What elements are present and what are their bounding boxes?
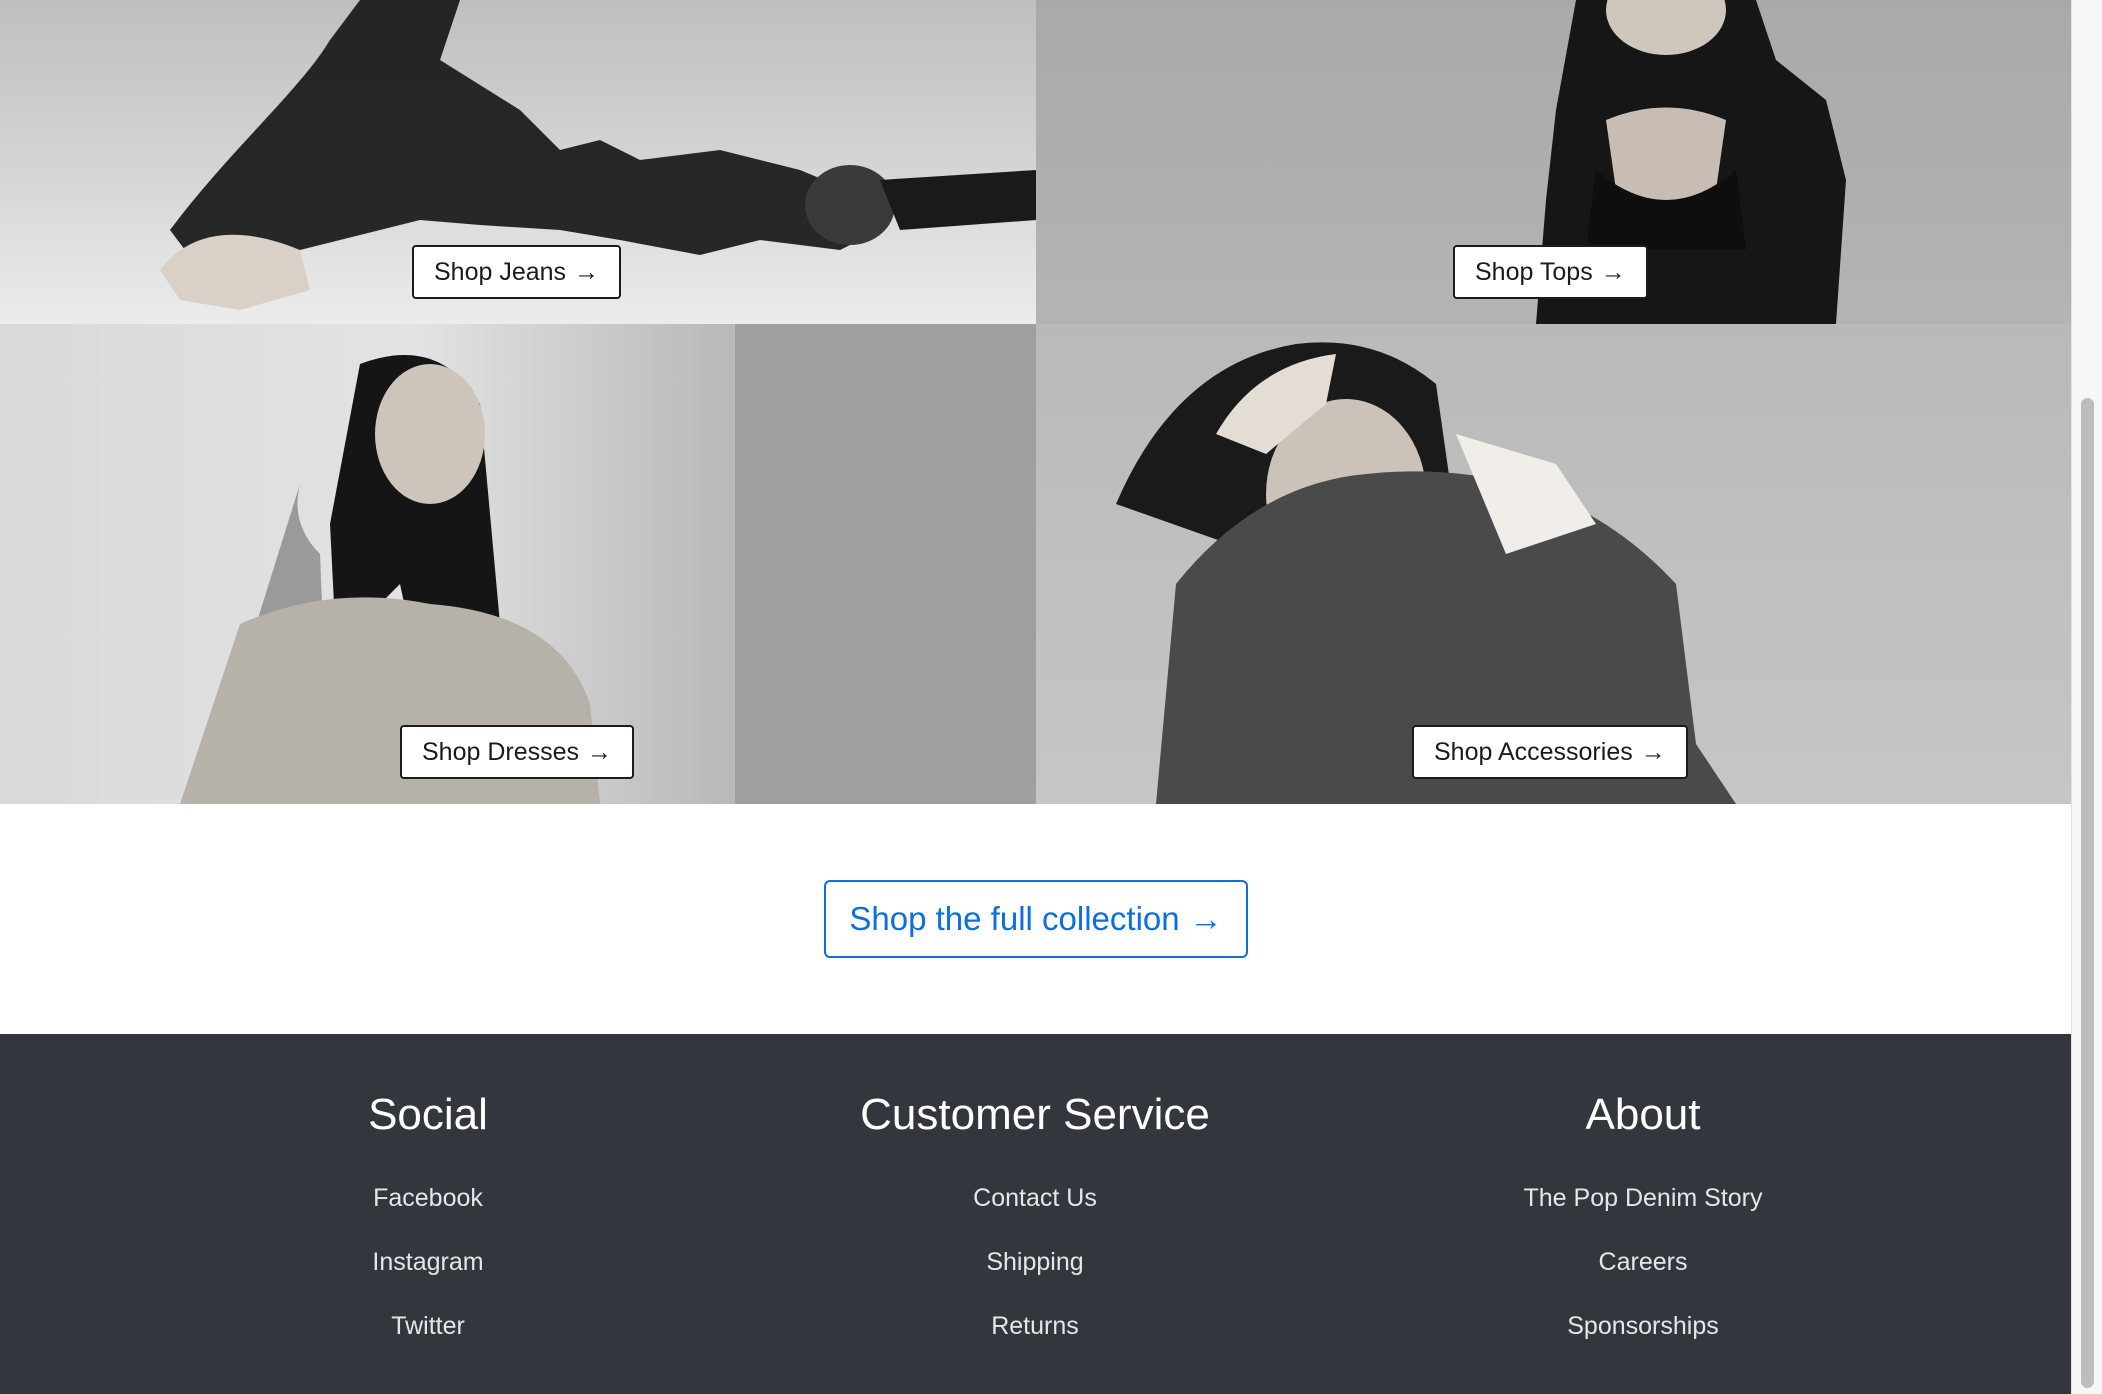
site-footer: Social Facebook Instagram Twitter Custom… <box>0 1034 2071 1394</box>
shop-tops-label: Shop Tops <box>1475 258 1593 286</box>
page: Shop Jeans → Shop Tops → Shop Dresses → … <box>0 0 2102 1394</box>
footer-link-pop-denim-story[interactable]: The Pop Denim Story <box>1383 1166 1903 1230</box>
arrow-right-icon: → <box>1189 900 1223 937</box>
footer-link-facebook[interactable]: Facebook <box>168 1166 688 1230</box>
arrow-right-icon: → <box>574 258 600 286</box>
footer-link-shipping[interactable]: Shipping <box>775 1230 1295 1294</box>
category-grid: Shop Jeans → Shop Tops → Shop Dresses → … <box>0 0 2071 804</box>
shop-jeans-label: Shop Jeans <box>434 258 567 286</box>
shop-full-collection-label: Shop the full collection <box>849 900 1180 937</box>
page-scrollbar[interactable] <box>2071 0 2102 1394</box>
footer-link-contact-us[interactable]: Contact Us <box>775 1166 1295 1230</box>
arrow-right-icon: → <box>1640 738 1666 766</box>
footer-link-returns[interactable]: Returns <box>775 1294 1295 1358</box>
footer-column-about: About The Pop Denim Story Careers Sponso… <box>1383 1090 1903 1358</box>
category-tile-tops[interactable]: Shop Tops → <box>1036 0 2071 324</box>
footer-heading-social: Social <box>368 1090 488 1139</box>
shop-accessories-label: Shop Accessories <box>1434 738 1633 766</box>
footer-link-instagram[interactable]: Instagram <box>168 1230 688 1294</box>
shop-full-collection-button[interactable]: Shop the full collection → <box>824 880 1248 958</box>
shop-tops-button[interactable]: Shop Tops → <box>1453 245 1648 299</box>
main-content: Shop Jeans → Shop Tops → Shop Dresses → … <box>0 0 2071 1394</box>
footer-heading-customer-service: Customer Service <box>860 1090 1210 1139</box>
footer-column-social: Social Facebook Instagram Twitter <box>168 1090 688 1358</box>
footer-link-careers[interactable]: Careers <box>1383 1230 1903 1294</box>
category-tile-accessories[interactable]: Shop Accessories → <box>1036 324 2071 804</box>
footer-link-twitter[interactable]: Twitter <box>168 1294 688 1358</box>
shop-accessories-button[interactable]: Shop Accessories → <box>1412 725 1688 779</box>
footer-heading-about: About <box>1585 1090 1701 1139</box>
shop-dresses-label: Shop Dresses <box>422 738 580 766</box>
category-tile-dresses[interactable]: Shop Dresses → <box>0 324 1036 804</box>
category-tile-jeans[interactable]: Shop Jeans → <box>0 0 1036 324</box>
footer-column-customer-service: Customer Service Contact Us Shipping Ret… <box>775 1090 1295 1358</box>
scrollbar-thumb[interactable] <box>2081 398 2094 1388</box>
shop-jeans-button[interactable]: Shop Jeans → <box>412 245 622 299</box>
arrow-right-icon: → <box>1600 258 1626 286</box>
shop-dresses-button[interactable]: Shop Dresses → <box>400 725 635 779</box>
arrow-right-icon: → <box>587 738 613 766</box>
footer-link-sponsorships[interactable]: Sponsorships <box>1383 1294 1903 1358</box>
